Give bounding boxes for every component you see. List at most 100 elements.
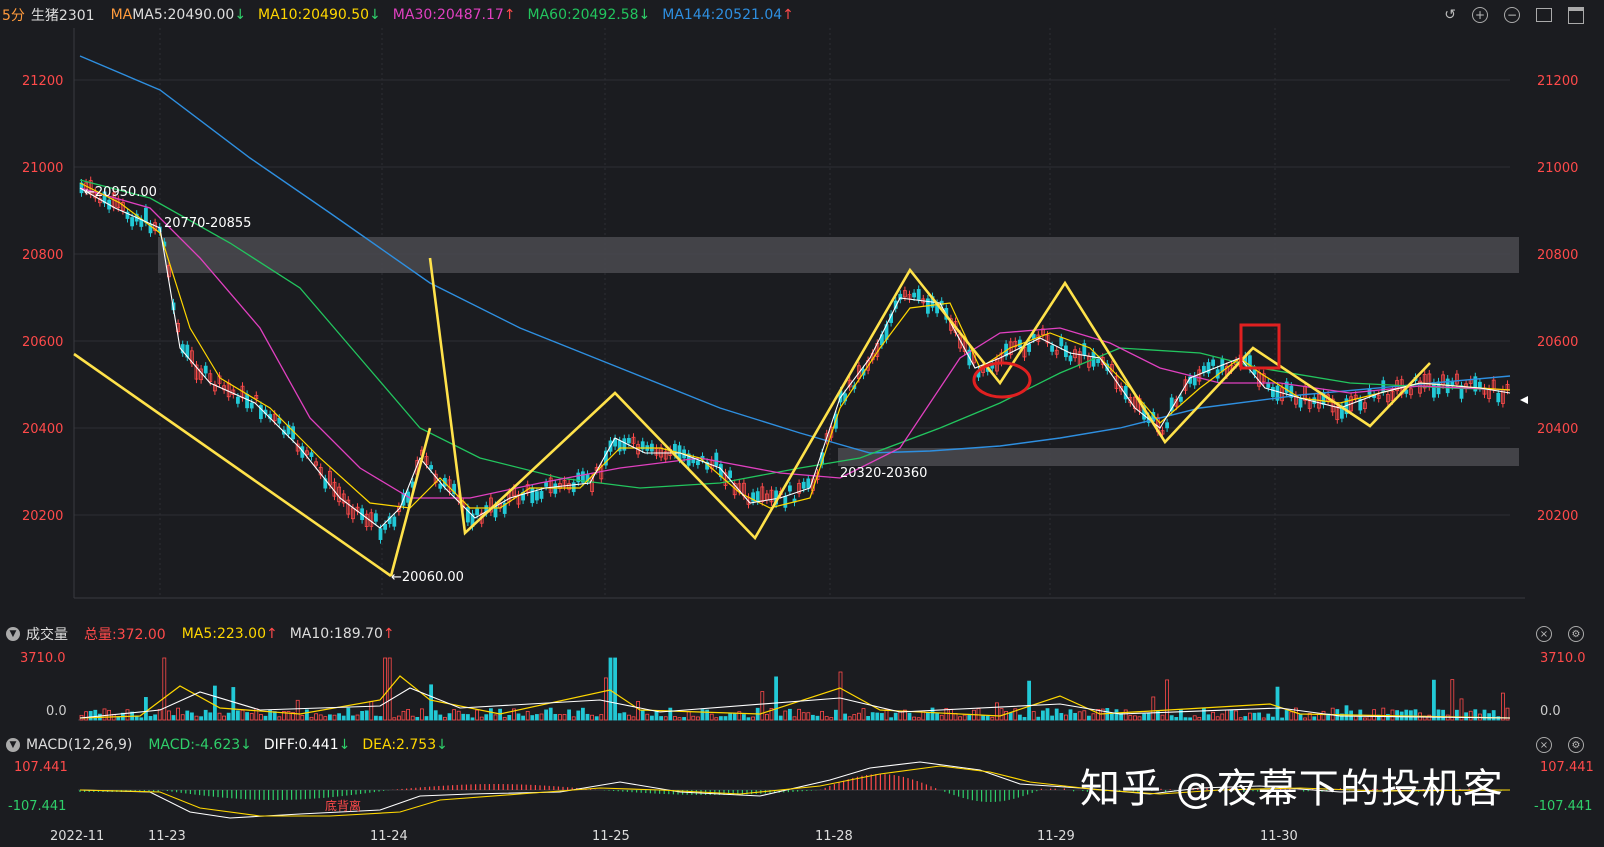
candle-body <box>1298 398 1303 408</box>
volume-bar <box>962 714 967 721</box>
collapse-icon[interactable]: ▼ <box>6 627 20 641</box>
volume-bar <box>383 657 388 721</box>
period-label[interactable]: 5分 <box>2 5 25 25</box>
price-axis-label-right: 21200 <box>1537 74 1578 89</box>
window-icon[interactable] <box>1568 6 1584 24</box>
volume-bar <box>346 707 351 721</box>
volume-bar <box>249 713 254 721</box>
volume-bar <box>88 710 93 721</box>
volume-bar <box>797 708 801 721</box>
volume-bar <box>691 715 696 721</box>
ma-label[interactable]: MA <box>111 7 133 23</box>
volume-bar <box>406 709 411 721</box>
volume-bar <box>1455 709 1459 721</box>
volume-bar <box>401 710 406 721</box>
volume-bar <box>1312 716 1317 721</box>
volume-bar <box>1192 715 1197 721</box>
volume-bar <box>1027 680 1031 721</box>
candle-body <box>728 470 732 478</box>
volume-bar <box>1234 710 1238 721</box>
volume-bar <box>226 712 231 721</box>
close-icon[interactable]: × <box>1536 626 1552 642</box>
candle-body <box>383 523 388 530</box>
volume-bar <box>392 717 397 721</box>
volume-bar <box>1018 714 1022 721</box>
ma30-value: MA30:20487.17↑ <box>392 7 516 23</box>
layout-icon[interactable] <box>1536 8 1552 22</box>
volume-bar <box>995 702 999 721</box>
volume-bar <box>502 717 507 721</box>
watermark: 知乎 @夜幕下的投机客 <box>1080 766 1504 812</box>
volume-bar <box>493 714 498 721</box>
volume-bar <box>544 709 548 721</box>
settings-icon[interactable]: ⚙ <box>1568 737 1584 753</box>
candle-body <box>806 478 811 489</box>
volume-bar <box>686 711 691 721</box>
symbol-label[interactable]: 生猪2301 <box>31 5 95 25</box>
volume-bar <box>788 708 792 721</box>
volume-bar <box>778 715 783 721</box>
volume-bar <box>604 677 608 721</box>
volume-bar <box>484 714 489 721</box>
candle-body <box>1179 396 1183 402</box>
collapse-icon[interactable]: ▼ <box>6 738 20 752</box>
volume-bar <box>1464 712 1468 721</box>
volume-bar <box>746 717 751 721</box>
volume-bar <box>1091 713 1096 721</box>
trend-line-up <box>389 427 432 577</box>
volume-bar <box>442 716 447 721</box>
volume-bar <box>162 657 167 721</box>
volume-bar <box>1110 712 1114 721</box>
volume-bar <box>447 713 452 721</box>
volume-bar <box>194 715 199 721</box>
close-icon[interactable]: × <box>1536 737 1552 753</box>
volume-bar <box>488 708 493 721</box>
zoom-out-icon[interactable]: − <box>1504 7 1520 23</box>
arrow-down-icon: ↓ <box>638 7 651 23</box>
candle-body <box>801 481 806 489</box>
volume-bar <box>1298 714 1303 721</box>
volume-bar <box>1073 713 1077 721</box>
volume-bar <box>1266 713 1271 721</box>
volume-bar <box>654 711 659 721</box>
time-axis-label: 2022-11 <box>50 829 104 844</box>
macd-title[interactable]: MACD(12,26,9) <box>26 737 132 753</box>
volume-bar <box>153 714 158 721</box>
volume-chart[interactable]: 3710.0 0.0 3710.0 0.0 <box>0 648 1604 724</box>
candle-body <box>530 488 535 504</box>
candle-body <box>203 365 208 374</box>
volume-bar <box>258 714 263 721</box>
candle-body <box>788 485 792 492</box>
volume-bar <box>981 714 985 721</box>
volume-bar <box>939 714 944 721</box>
volume-bar <box>889 717 893 721</box>
volume-bar <box>820 710 824 721</box>
volume-bar <box>429 684 434 721</box>
volume-bar <box>1271 716 1275 721</box>
volume-bar <box>1468 710 1473 721</box>
settings-icon[interactable]: ⚙ <box>1568 626 1584 642</box>
volume-bar <box>516 713 521 721</box>
volume-bar <box>272 711 277 721</box>
volume-title[interactable]: 成交量 <box>26 624 68 644</box>
undo-icon[interactable]: ↺ <box>1444 7 1456 23</box>
volume-bar <box>1501 692 1505 721</box>
volume-axis-top-left: 3710.0 <box>20 651 66 666</box>
volume-bar <box>189 712 194 721</box>
volume-bar <box>1289 711 1294 721</box>
volume-bar <box>926 711 930 721</box>
volume-axis-top-right: 3710.0 <box>1540 651 1586 666</box>
volume-bar <box>1491 710 1496 721</box>
volume-bar <box>364 710 369 721</box>
divergence-label: 底背离 <box>325 798 361 813</box>
candle-body <box>1496 392 1501 403</box>
volume-bar <box>157 709 162 721</box>
volume-bar <box>309 716 314 721</box>
volume-bar <box>535 714 539 721</box>
volume-bar <box>829 717 834 721</box>
volume-bar <box>700 709 705 721</box>
price-chart[interactable]: ←20950.00 20770-20855 20320-20360 ←20060… <box>0 28 1604 608</box>
volume-bar <box>1050 715 1054 721</box>
volume-axis-zero-right: 0.0 <box>1540 704 1561 719</box>
zoom-in-icon[interactable]: + <box>1472 7 1488 23</box>
